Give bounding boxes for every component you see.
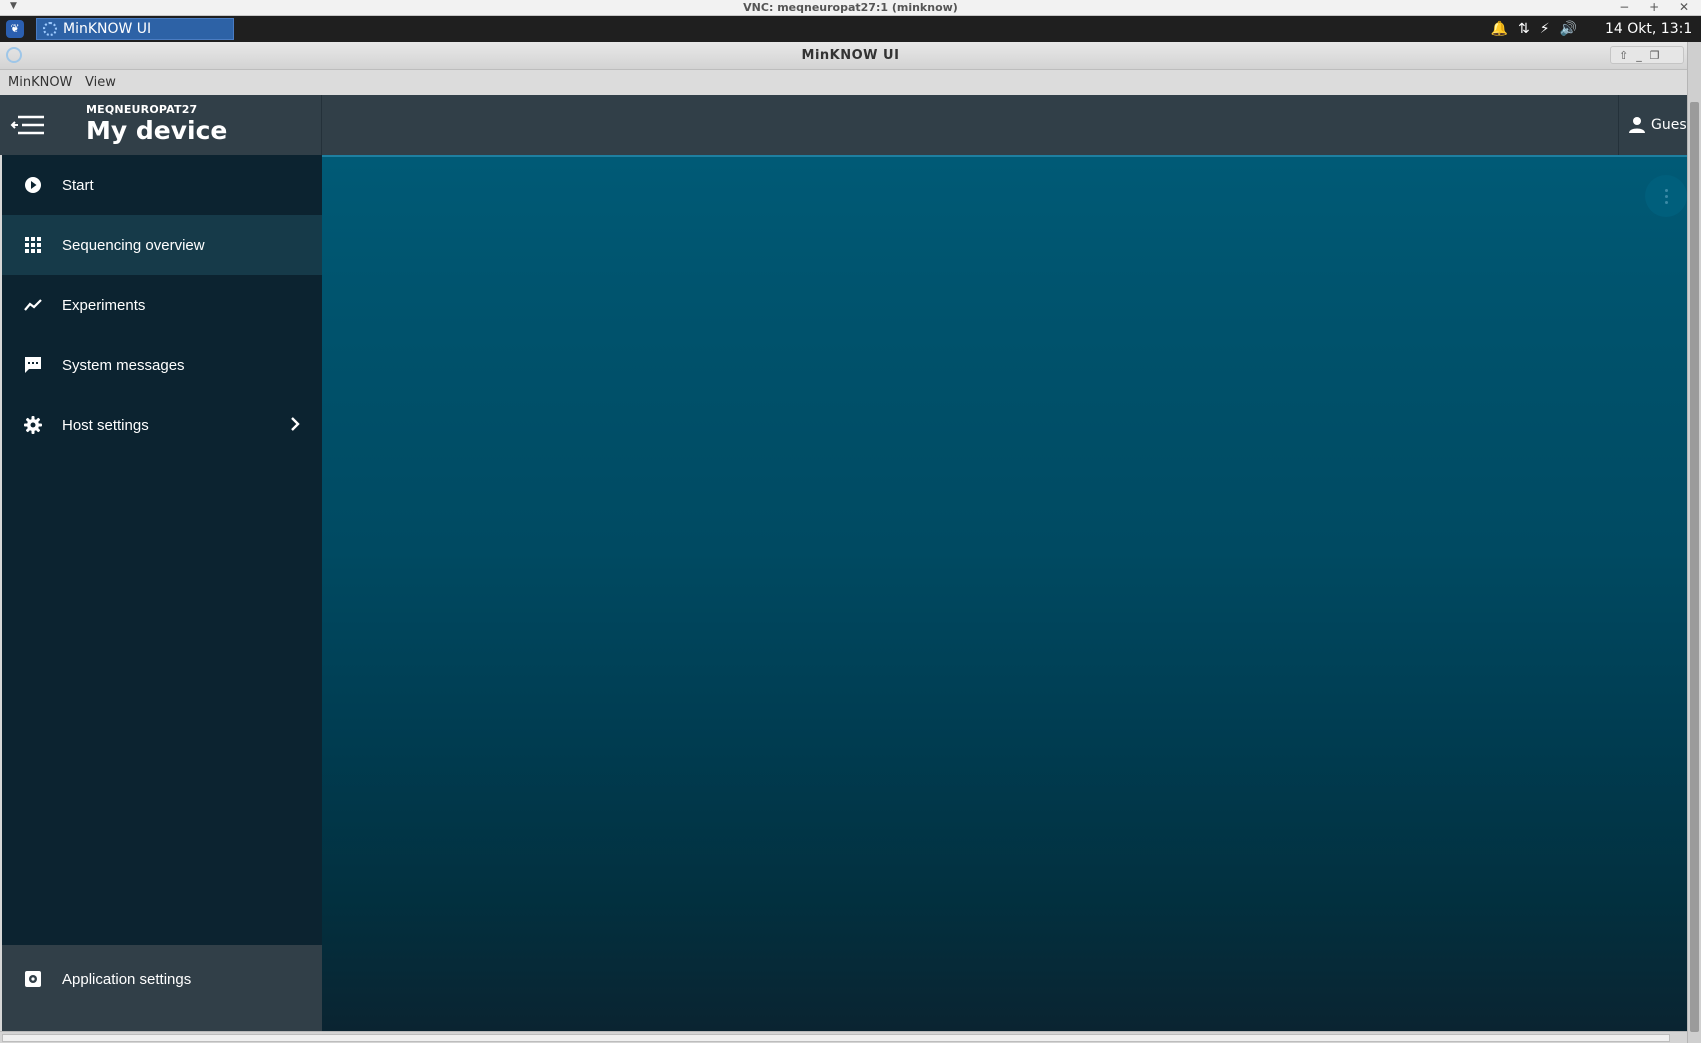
volume-icon[interactable]: 🔊 xyxy=(1560,21,1577,37)
raise-icon[interactable]: ⇧ xyxy=(1619,49,1628,62)
window-titlebar: MinKNOW UI ⇧ _ ❐ xyxy=(0,42,1701,70)
user-label: Guest xyxy=(1651,117,1693,133)
sidebar-item-experiments[interactable]: Experiments xyxy=(2,275,322,335)
settings-box-icon xyxy=(22,968,44,990)
vnc-window-controls[interactable]: − + ✕ xyxy=(1619,0,1697,14)
system-tray: 🔔 ⇅ ⚡ 🔊 xyxy=(1491,18,1577,40)
message-icon xyxy=(22,354,44,376)
sidebar-footer: Application settings xyxy=(2,945,322,1031)
sidebar-item-label: Experiments xyxy=(62,296,146,314)
app-header: MEQNEUROPAT27 My device Guest xyxy=(0,95,1701,155)
sidebar-item-start[interactable]: Start xyxy=(2,155,322,215)
gear-icon xyxy=(22,414,44,436)
device-host-name: MEQNEUROPAT27 xyxy=(86,103,198,116)
vertical-scrollbar[interactable] xyxy=(1687,42,1701,1043)
menu-minknow[interactable]: MinKNOW xyxy=(8,70,72,95)
vnc-title: VNC: meqneuropat27:1 (minknow) xyxy=(743,1,958,14)
device-header: MEQNEUROPAT27 My device xyxy=(0,95,322,155)
more-vert-icon xyxy=(1664,188,1668,204)
minimize-icon[interactable]: _ xyxy=(1636,49,1642,62)
horizontal-scrollbar[interactable] xyxy=(0,1031,1687,1043)
start-menu-icon[interactable]: ❦ xyxy=(6,20,24,38)
main-content xyxy=(322,155,1687,1031)
collapse-menu-icon[interactable] xyxy=(10,113,46,137)
user-icon xyxy=(1629,117,1645,133)
sidebar-item-application-settings[interactable]: Application settings xyxy=(2,949,322,1009)
chevron-right-icon xyxy=(290,413,300,437)
sidebar-item-label: Start xyxy=(62,176,94,194)
window-title: MinKNOW UI xyxy=(801,48,900,63)
vnc-titlebar: ▼ VNC: meqneuropat27:1 (minknow) − + ✕ xyxy=(0,0,1701,16)
grid-icon xyxy=(22,234,44,256)
power-icon[interactable]: ⚡ xyxy=(1540,21,1550,37)
sidebar-item-label: Application settings xyxy=(62,970,192,988)
maximize-icon[interactable]: ❐ xyxy=(1650,49,1660,62)
taskbar: ❦ MinKNOW UI 🔔 ⇅ ⚡ 🔊 14 Okt, 13:1 xyxy=(0,16,1701,42)
sidebar: Start Sequencing overview Experiments Sy… xyxy=(2,155,322,1031)
menu-bar: MinKNOW View xyxy=(0,70,1701,95)
sidebar-item-label: Sequencing overview xyxy=(62,236,205,254)
bell-icon[interactable]: 🔔 xyxy=(1491,21,1508,37)
taskbar-task-label: MinKNOW UI xyxy=(63,21,152,37)
sidebar-item-sequencing-overview[interactable]: Sequencing overview xyxy=(2,215,322,275)
sidebar-item-label: Host settings xyxy=(62,416,149,434)
clock[interactable]: 14 Okt, 13:1 xyxy=(1605,18,1692,40)
vertical-scrollbar-thumb[interactable] xyxy=(1690,102,1699,1032)
horizontal-scrollbar-thumb[interactable] xyxy=(2,1034,1670,1042)
page-title: My device xyxy=(86,116,228,145)
sidebar-item-host-settings[interactable]: Host settings xyxy=(2,395,322,455)
menu-view[interactable]: View xyxy=(85,70,116,95)
taskbar-task-minknow[interactable]: MinKNOW UI xyxy=(36,18,234,40)
sidebar-item-label: System messages xyxy=(62,356,185,374)
window-controls: ⇧ _ ❐ xyxy=(1610,46,1684,64)
minknow-icon xyxy=(43,22,57,36)
network-icon[interactable]: ⇅ xyxy=(1518,21,1530,37)
sidebar-item-system-messages[interactable]: System messages xyxy=(2,335,322,395)
trend-line-icon xyxy=(22,294,44,316)
more-options-button[interactable] xyxy=(1645,175,1687,217)
play-circle-icon xyxy=(22,174,44,196)
